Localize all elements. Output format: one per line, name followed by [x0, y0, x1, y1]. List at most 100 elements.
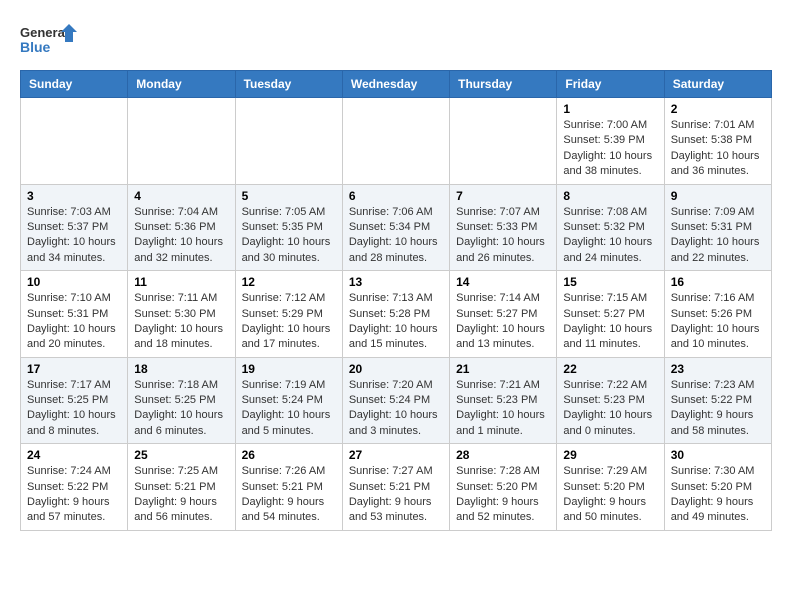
day-info: Sunrise: 7:15 AMSunset: 5:27 PMDaylight:…: [563, 291, 657, 353]
day-info: Sunrise: 7:23 AMSunset: 5:22 PMDaylight:…: [671, 378, 765, 440]
day-number: 25: [134, 448, 228, 462]
day-number: 1: [563, 102, 657, 116]
calendar-day-cell: [342, 98, 449, 185]
day-info: Sunrise: 7:04 AMSunset: 5:36 PMDaylight:…: [134, 205, 228, 267]
calendar-day-cell: [450, 98, 557, 185]
day-number: 19: [242, 362, 336, 376]
calendar-day-cell: 25 Sunrise: 7:25 AMSunset: 5:21 PMDayligh…: [128, 444, 235, 531]
calendar-day-cell: 9Sunrise: 7:09 AMSunset: 5:31 PMDaylight…: [664, 184, 771, 271]
calendar-day-cell: 19Sunrise: 7:19 AMSunset: 5:24 PMDayligh…: [235, 357, 342, 444]
calendar-day-cell: 20 Sunrise: 7:20 AMSunset: 5:24 PMDayligh…: [342, 357, 449, 444]
calendar-day-cell: 27Sunrise: 7:27 AMSunset: 5:21 PMDayligh…: [342, 444, 449, 531]
calendar-day-cell: 23Sunrise: 7:23 AMSunset: 5:22 PMDayligh…: [664, 357, 771, 444]
calendar-day-cell: 4 Sunrise: 7:04 AMSunset: 5:36 PMDaylight…: [128, 184, 235, 271]
weekday-header-row: SundayMondayTuesdayWednesdayThursdayFrid…: [21, 71, 772, 98]
calendar-day-cell: [21, 98, 128, 185]
day-number: 28: [456, 448, 550, 462]
calendar-week-row: 24 Sunrise: 7:24 AMSunset: 5:22 PMDayligh…: [21, 444, 772, 531]
day-number: 11: [134, 275, 228, 289]
day-number: 20: [349, 362, 443, 376]
calendar-day-cell: 8 Sunrise: 7:08 AMSunset: 5:32 PMDaylight…: [557, 184, 664, 271]
calendar-day-cell: 24 Sunrise: 7:24 AMSunset: 5:22 PMDayligh…: [21, 444, 128, 531]
day-number: 24: [27, 448, 121, 462]
weekday-header-friday: Friday: [557, 71, 664, 98]
day-number: 10: [27, 275, 121, 289]
weekday-header-sunday: Sunday: [21, 71, 128, 98]
day-info: Sunrise: 7:10 AMSunset: 5:31 PMDaylight:…: [27, 291, 121, 353]
calendar-day-cell: 18 Sunrise: 7:18 AMSunset: 5:25 PMDayligh…: [128, 357, 235, 444]
day-info: Sunrise: 7:08 AMSunset: 5:32 PMDaylight:…: [563, 205, 657, 267]
day-number: 30: [671, 448, 765, 462]
day-info: Sunrise: 7:29 AMSunset: 5:20 PMDaylight:…: [563, 464, 657, 526]
day-info: Sunrise: 7:06 AMSunset: 5:34 PMDaylight:…: [349, 205, 443, 267]
weekday-header-tuesday: Tuesday: [235, 71, 342, 98]
calendar-day-cell: 26 Sunrise: 7:26 AMSunset: 5:21 PMDayligh…: [235, 444, 342, 531]
calendar-day-cell: 10 Sunrise: 7:10 AMSunset: 5:31 PMDayligh…: [21, 271, 128, 358]
logo: General Blue: [20, 20, 80, 60]
day-info: Sunrise: 7:22 AMSunset: 5:23 PMDaylight:…: [563, 378, 657, 440]
day-number: 7: [456, 189, 550, 203]
calendar-day-cell: 28Sunrise: 7:28 AMSunset: 5:20 PMDayligh…: [450, 444, 557, 531]
calendar-week-row: 3Sunrise: 7:03 AMSunset: 5:37 PMDaylight…: [21, 184, 772, 271]
calendar-day-cell: 13 Sunrise: 7:13 AMSunset: 5:28 PMDayligh…: [342, 271, 449, 358]
calendar-week-row: 17Sunrise: 7:17 AMSunset: 5:25 PMDayligh…: [21, 357, 772, 444]
calendar-day-cell: 29 Sunrise: 7:29 AMSunset: 5:20 PMDayligh…: [557, 444, 664, 531]
weekday-header-thursday: Thursday: [450, 71, 557, 98]
day-info: Sunrise: 7:30 AMSunset: 5:20 PMDaylight:…: [671, 464, 765, 526]
day-number: 12: [242, 275, 336, 289]
day-number: 26: [242, 448, 336, 462]
svg-text:General: General: [20, 25, 68, 40]
calendar-day-cell: 22 Sunrise: 7:22 AMSunset: 5:23 PMDayligh…: [557, 357, 664, 444]
day-info: Sunrise: 7:25 AMSunset: 5:21 PMDaylight:…: [134, 464, 228, 526]
day-number: 8: [563, 189, 657, 203]
day-number: 22: [563, 362, 657, 376]
svg-text:Blue: Blue: [20, 39, 51, 55]
day-number: 2: [671, 102, 765, 116]
day-info: Sunrise: 7:18 AMSunset: 5:25 PMDaylight:…: [134, 378, 228, 440]
calendar-day-cell: 15Sunrise: 7:15 AMSunset: 5:27 PMDayligh…: [557, 271, 664, 358]
day-number: 21: [456, 362, 550, 376]
page-header: General Blue: [20, 20, 772, 60]
day-number: 13: [349, 275, 443, 289]
calendar-day-cell: 12 Sunrise: 7:12 AMSunset: 5:29 PMDayligh…: [235, 271, 342, 358]
day-info: Sunrise: 7:03 AMSunset: 5:37 PMDaylight:…: [27, 205, 121, 267]
calendar-day-cell: 17Sunrise: 7:17 AMSunset: 5:25 PMDayligh…: [21, 357, 128, 444]
day-number: 27: [349, 448, 443, 462]
day-info: Sunrise: 7:12 AMSunset: 5:29 PMDaylight:…: [242, 291, 336, 353]
day-info: Sunrise: 7:20 AMSunset: 5:24 PMDaylight:…: [349, 378, 443, 440]
day-number: 16: [671, 275, 765, 289]
calendar-day-cell: 1 Sunrise: 7:00 AMSunset: 5:39 PMDaylight…: [557, 98, 664, 185]
calendar-table: SundayMondayTuesdayWednesdayThursdayFrid…: [20, 70, 772, 531]
calendar-day-cell: [128, 98, 235, 185]
calendar-day-cell: 2Sunrise: 7:01 AMSunset: 5:38 PMDaylight…: [664, 98, 771, 185]
day-number: 6: [349, 189, 443, 203]
day-info: Sunrise: 7:11 AMSunset: 5:30 PMDaylight:…: [134, 291, 228, 353]
calendar-day-cell: 30 Sunrise: 7:30 AMSunset: 5:20 PMDayligh…: [664, 444, 771, 531]
weekday-header-monday: Monday: [128, 71, 235, 98]
calendar-day-cell: 3Sunrise: 7:03 AMSunset: 5:37 PMDaylight…: [21, 184, 128, 271]
day-info: Sunrise: 7:13 AMSunset: 5:28 PMDaylight:…: [349, 291, 443, 353]
day-number: 5: [242, 189, 336, 203]
day-info: Sunrise: 7:24 AMSunset: 5:22 PMDaylight:…: [27, 464, 121, 526]
day-number: 18: [134, 362, 228, 376]
day-info: Sunrise: 7:00 AMSunset: 5:39 PMDaylight:…: [563, 118, 657, 180]
day-number: 4: [134, 189, 228, 203]
calendar-day-cell: 6 Sunrise: 7:06 AMSunset: 5:34 PMDaylight…: [342, 184, 449, 271]
calendar-day-cell: [235, 98, 342, 185]
calendar-day-cell: 14Sunrise: 7:14 AMSunset: 5:27 PMDayligh…: [450, 271, 557, 358]
day-info: Sunrise: 7:14 AMSunset: 5:27 PMDaylight:…: [456, 291, 550, 353]
calendar-day-cell: 21 Sunrise: 7:21 AMSunset: 5:23 PMDayligh…: [450, 357, 557, 444]
day-number: 29: [563, 448, 657, 462]
day-number: 17: [27, 362, 121, 376]
weekday-header-wednesday: Wednesday: [342, 71, 449, 98]
day-info: Sunrise: 7:21 AMSunset: 5:23 PMDaylight:…: [456, 378, 550, 440]
calendar-week-row: 10 Sunrise: 7:10 AMSunset: 5:31 PMDayligh…: [21, 271, 772, 358]
calendar-day-cell: 5Sunrise: 7:05 AMSunset: 5:35 PMDaylight…: [235, 184, 342, 271]
day-info: Sunrise: 7:16 AMSunset: 5:26 PMDaylight:…: [671, 291, 765, 353]
day-info: Sunrise: 7:07 AMSunset: 5:33 PMDaylight:…: [456, 205, 550, 267]
calendar-week-row: 1 Sunrise: 7:00 AMSunset: 5:39 PMDaylight…: [21, 98, 772, 185]
calendar-day-cell: 11 Sunrise: 7:11 AMSunset: 5:30 PMDayligh…: [128, 271, 235, 358]
weekday-header-saturday: Saturday: [664, 71, 771, 98]
logo-icon: General Blue: [20, 20, 80, 60]
day-info: Sunrise: 7:26 AMSunset: 5:21 PMDaylight:…: [242, 464, 336, 526]
